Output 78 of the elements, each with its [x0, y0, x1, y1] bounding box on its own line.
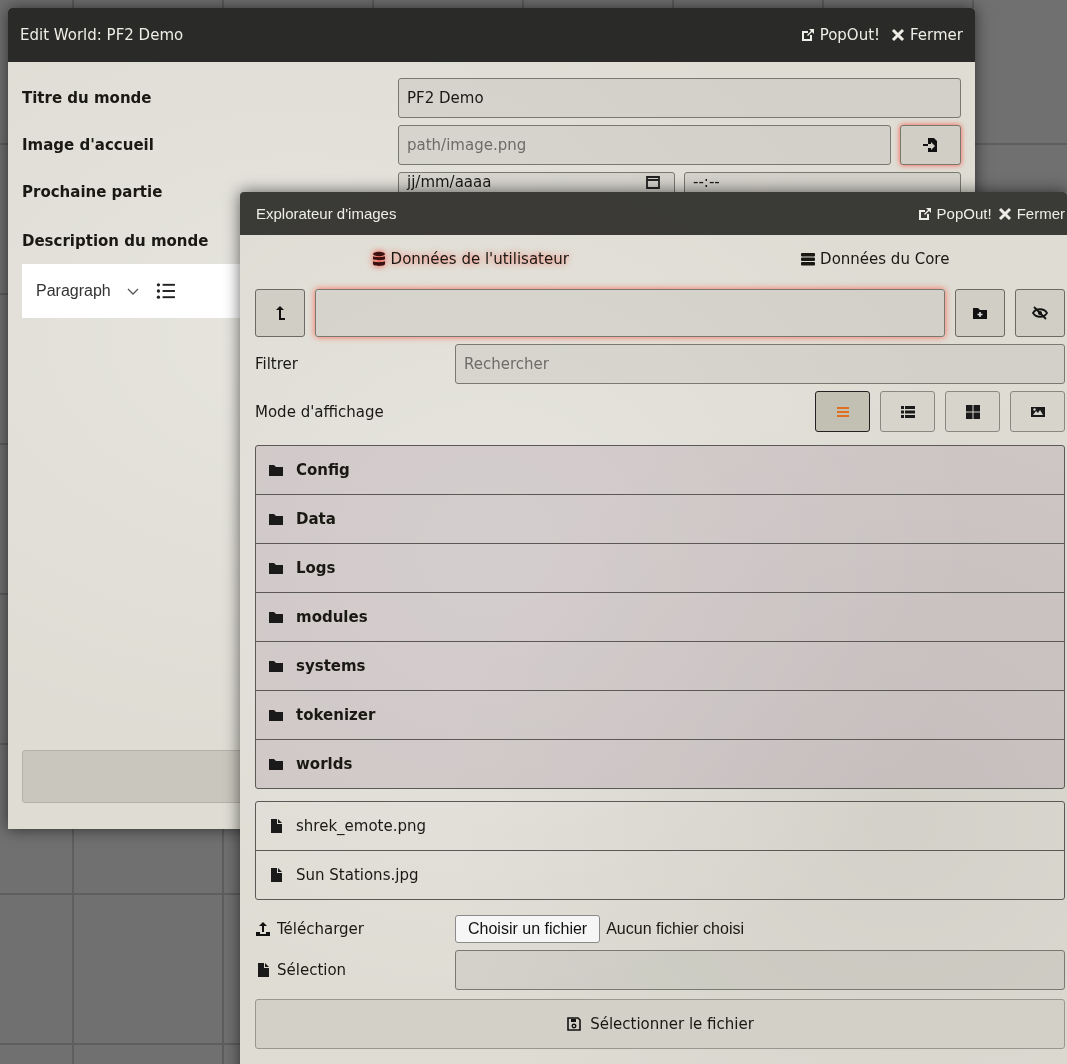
- folder-name: worlds: [296, 755, 353, 773]
- source-tab[interactable]: Données du Core: [796, 245, 954, 272]
- hide-button[interactable]: [1015, 289, 1065, 337]
- close-icon: [996, 205, 1013, 222]
- folder-name: Data: [296, 510, 336, 528]
- folder-item[interactable]: Logs: [256, 544, 1064, 593]
- folder-name: Config: [296, 461, 350, 479]
- path-field[interactable]: path/image.png: [398, 125, 891, 165]
- popout-button[interactable]: PopOut!: [916, 205, 992, 222]
- folder-icon: [268, 707, 284, 723]
- file-import-icon: [922, 137, 939, 153]
- save-icon: [566, 1016, 583, 1032]
- file-icon: [255, 962, 271, 978]
- file-icon: [268, 867, 284, 883]
- view-mode-button[interactable]: [815, 391, 870, 432]
- folder-name: tokenizer: [296, 706, 376, 724]
- field-label: Description du monde: [22, 232, 209, 250]
- path-field[interactable]: [315, 289, 945, 337]
- file-name: shrek_emote.png: [296, 817, 427, 835]
- text-field[interactable]: PF2 Demo: [398, 78, 961, 118]
- folder-name: modules: [296, 608, 368, 626]
- field-label: Prochaine partie: [22, 183, 164, 201]
- folder-icon: [268, 511, 284, 527]
- block-format-dropdown[interactable]: Paragraph: [36, 282, 111, 300]
- source-tab[interactable]: Données de l'utilisateur: [366, 245, 573, 272]
- server-icon: [800, 250, 817, 267]
- search-field[interactable]: Rechercher: [455, 344, 1065, 384]
- display-mode-label: Mode d'affichage: [255, 402, 385, 421]
- folder-icon: [268, 658, 284, 674]
- file-item[interactable]: shrek_emote.png: [256, 802, 1064, 851]
- upload-label: Télécharger: [277, 920, 364, 938]
- upload-icon: [255, 921, 271, 937]
- file-icon: [268, 818, 284, 834]
- file-picker-button[interactable]: [900, 125, 961, 165]
- folder-item[interactable]: modules: [256, 593, 1064, 642]
- folder-item[interactable]: worlds: [256, 740, 1064, 788]
- field-label: Image d'accueil: [22, 136, 155, 154]
- folder-icon: [268, 560, 284, 576]
- folder-icon: [268, 609, 284, 625]
- window-title: Explorateur d'images: [256, 205, 398, 222]
- date-placeholder: jj/mm/aaaa: [407, 173, 492, 191]
- external-link-icon: [916, 205, 933, 222]
- list-icon: [899, 403, 916, 420]
- new-folder-button[interactable]: [955, 289, 1005, 337]
- folder-name: systems: [296, 657, 366, 675]
- folder-name: Logs: [296, 559, 336, 577]
- window-title: Edit World: PF2 Demo: [20, 26, 185, 44]
- file-item[interactable]: Sun Stations.jpg: [256, 851, 1064, 899]
- view-mode-button[interactable]: [945, 391, 1000, 432]
- grid-icon: [964, 403, 981, 420]
- selection-field[interactable]: [455, 950, 1065, 990]
- file-status: Aucun fichier choisi: [606, 920, 744, 938]
- bullet-list-icon[interactable]: [154, 280, 177, 302]
- choose-file-button[interactable]: Choisir un fichier: [455, 915, 601, 943]
- view-mode-button[interactable]: [1010, 391, 1065, 432]
- folder-item[interactable]: Config: [256, 446, 1064, 495]
- filter-label: Filtrer: [255, 355, 299, 373]
- close-button[interactable]: Fermer: [996, 205, 1065, 222]
- eye-slash-icon: [1032, 305, 1048, 321]
- database-icon: [370, 250, 387, 267]
- selection-label: Sélection: [277, 961, 347, 979]
- calendar-icon: [645, 174, 661, 190]
- close-icon: [890, 27, 907, 43]
- popout-button[interactable]: PopOut!: [799, 26, 881, 44]
- external-link-icon: [799, 27, 816, 43]
- close-button[interactable]: Fermer: [890, 26, 963, 44]
- folder-item[interactable]: tokenizer: [256, 691, 1064, 740]
- field-label: Titre du monde: [22, 89, 153, 107]
- view-mode-button[interactable]: [880, 391, 935, 432]
- folder-icon: [268, 756, 284, 772]
- folder-plus-icon: [972, 305, 988, 321]
- up-button[interactable]: [255, 289, 305, 337]
- time-placeholder: --:--: [693, 173, 720, 191]
- folder-item[interactable]: systems: [256, 642, 1064, 691]
- file-name: Sun Stations.jpg: [296, 866, 419, 884]
- folder-item[interactable]: Data: [256, 495, 1064, 544]
- select-file-button[interactable]: Sélectionner le fichier: [255, 999, 1065, 1049]
- folder-icon: [268, 462, 284, 478]
